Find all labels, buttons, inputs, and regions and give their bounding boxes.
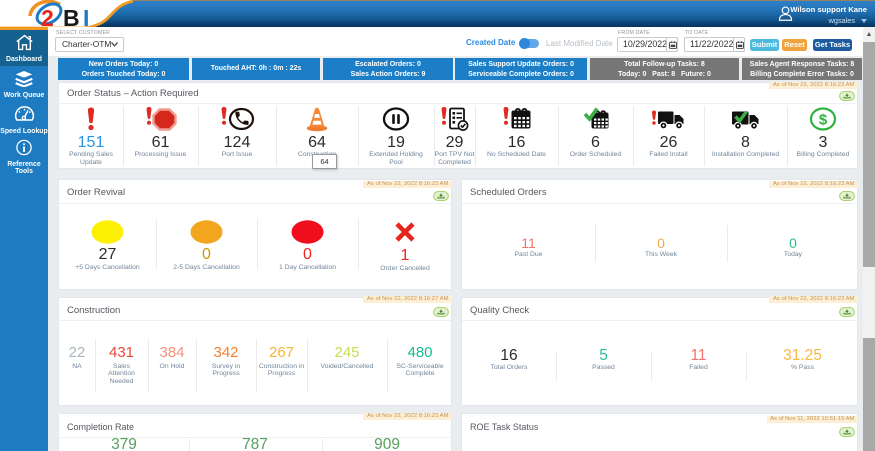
svg-text:2: 2 — [41, 5, 54, 28]
svg-text:I: I — [83, 5, 89, 28]
svg-text:B: B — [63, 5, 80, 28]
svg-text:$: $ — [819, 112, 828, 129]
